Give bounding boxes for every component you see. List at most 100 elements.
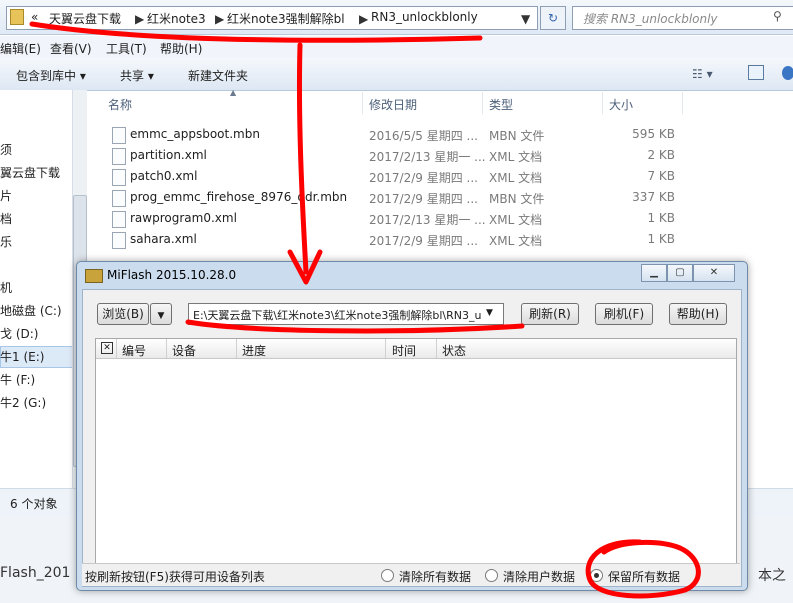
preview-pane-icon[interactable] [748, 65, 764, 80]
chevron-down-icon[interactable]: ▼ [521, 12, 530, 26]
nav-item-drive-c[interactable]: 地磁盘 (C:) [0, 302, 62, 319]
column-name[interactable]: 名称 [108, 96, 132, 113]
search-icon[interactable]: ⚲ [773, 9, 782, 23]
xml-file-icon [112, 169, 126, 186]
radio-clean-user[interactable] [485, 569, 498, 582]
breadcrumb-item-2[interactable]: 红米note3 [147, 10, 206, 27]
column-separator[interactable] [362, 92, 363, 114]
breadcrumb-item-3[interactable]: 红米note3强制解除bl [227, 10, 345, 27]
grid-col-progress[interactable]: 进度 [242, 342, 266, 359]
grid-col-device[interactable]: 设备 [172, 342, 196, 359]
xml-file-icon [112, 148, 126, 165]
view-options-icon[interactable]: ☷ ▾ [692, 67, 713, 81]
miflash-client-area: 浏览(B) ▼ E:\天翼云盘下载\红米note3\红米note3强制解除bl\… [82, 289, 742, 587]
refresh-icon[interactable]: ↻ [540, 6, 566, 30]
share-button[interactable]: 共享 ▾ [120, 67, 154, 84]
option-clean-all-label[interactable]: 清除所有数据 [399, 568, 471, 585]
maximize-button[interactable]: ▢ [667, 264, 693, 282]
search-input[interactable]: 搜索 RN3_unlockblonly ⚲ [572, 6, 793, 30]
new-folder-button[interactable]: 新建文件夹 [188, 67, 248, 84]
nav-item[interactable]: 片 [0, 187, 12, 204]
nav-item[interactable]: 须 [0, 141, 12, 158]
column-separator [116, 339, 117, 358]
grid-col-time[interactable]: 时间 [392, 342, 416, 359]
path-value: E:\天翼云盘下载\红米note3\红米note3强制解除bl\RN3_u [193, 309, 482, 322]
column-separator[interactable] [682, 92, 683, 114]
breadcrumb-item-1[interactable]: 天翼云盘下载 [49, 10, 121, 27]
nav-item[interactable]: 机 [0, 279, 12, 296]
browse-button[interactable]: 浏览(B) [97, 303, 149, 325]
option-clean-user-label[interactable]: 清除用户数据 [503, 568, 575, 585]
column-date[interactable]: 修改日期 [369, 96, 417, 113]
file-type: XML 文档 [489, 171, 543, 185]
file-size: 1 KB [647, 211, 675, 225]
nav-item[interactable]: 翼云盘下载 [0, 164, 60, 181]
nav-item[interactable]: 档 [0, 210, 12, 227]
refresh-button[interactable]: 刷新(R) [521, 303, 579, 325]
breadcrumb-item-4[interactable]: RN3_unlockblonly [371, 10, 478, 24]
file-size: 2 KB [647, 148, 675, 162]
grid-col-status[interactable]: 状态 [442, 342, 466, 359]
miflash-window: MiFlash 2015.10.28.0 ▁ ▢ ✕ 浏览(B) ▼ E:\天翼… [76, 261, 748, 591]
device-grid[interactable]: ✕ 编号 设备 进度 时间 状态 [95, 338, 737, 580]
address-bar-row: « 天翼云盘下载 ▶ 红米note3 ▶ 红米note3强制解除bl ▶ RN3… [0, 0, 793, 35]
file-size: 7 KB [647, 169, 675, 183]
menu-edit[interactable]: 编辑(E) [0, 40, 41, 57]
include-in-library-button[interactable]: 包含到库中 ▾ [16, 67, 86, 84]
column-separator [166, 339, 167, 358]
select-all-checkbox[interactable]: ✕ [101, 342, 113, 354]
minimize-button[interactable]: ▁ [641, 264, 667, 282]
file-row[interactable]: patch0.xml 2017/2/9 星期四 ... XML 文档 7 KB [110, 166, 793, 187]
chevron-right-icon[interactable]: ▶ [135, 12, 144, 26]
file-row[interactable]: prog_emmc_firehose_8976_ddr.mbn 2017/2/9… [110, 187, 793, 208]
option-save-all-label[interactable]: 保留所有数据 [608, 568, 680, 585]
search-placeholder: 搜索 RN3_unlockblonly [583, 12, 718, 26]
file-row[interactable]: emmc_appsboot.mbn 2016/5/5 星期四 ... MBN 文… [110, 124, 793, 145]
file-name: rawprogram0.xml [130, 211, 237, 225]
menu-help[interactable]: 帮助(H) [160, 40, 202, 57]
xml-file-icon [112, 211, 126, 228]
close-button[interactable]: ✕ [693, 264, 735, 282]
file-name: prog_emmc_firehose_8976_ddr.mbn [130, 190, 348, 204]
column-separator [436, 339, 437, 358]
help-button[interactable]: 帮助(H) [669, 303, 727, 325]
file-date: 2017/2/13 星期一 ... [369, 150, 486, 164]
column-separator [385, 339, 386, 358]
file-size: 337 KB [632, 190, 675, 204]
path-select[interactable]: E:\天翼云盘下载\红米note3\红米note3强制解除bl\RN3_u ▼ [188, 303, 504, 325]
nav-item-drive-e[interactable]: 牛1 (E:) [0, 348, 44, 365]
sort-up-icon: ▲ [230, 88, 237, 97]
file-row[interactable]: rawprogram0.xml 2017/2/13 星期一 ... XML 文档… [110, 208, 793, 229]
address-bar[interactable]: « 天翼云盘下载 ▶ 红米note3 ▶ 红米note3强制解除bl ▶ RN3… [6, 6, 538, 30]
menu-tools[interactable]: 工具(T) [106, 40, 147, 57]
chevron-right-icon[interactable]: ▶ [359, 12, 368, 26]
file-row[interactable]: partition.xml 2017/2/13 星期一 ... XML 文档 2… [110, 145, 793, 166]
nav-item-drive-d[interactable]: 戈 (D:) [0, 325, 38, 342]
flash-button[interactable]: 刷机(F) [595, 303, 653, 325]
file-date: 2016/5/5 星期四 ... [369, 129, 478, 143]
file-row[interactable]: sahara.xml 2017/2/9 星期四 ... XML 文档 1 KB [110, 229, 793, 250]
breadcrumb-back[interactable]: « [31, 10, 38, 24]
nav-item-drive-g[interactable]: 牛2 (G:) [0, 394, 46, 411]
file-size: 595 KB [632, 127, 675, 141]
file-icon [112, 127, 126, 144]
column-separator[interactable] [602, 92, 603, 114]
grid-col-number[interactable]: 编号 [122, 342, 146, 359]
chevron-right-icon[interactable]: ▶ [215, 12, 224, 26]
chevron-down-icon: ▼ [157, 311, 165, 321]
column-separator[interactable] [482, 92, 483, 114]
nav-item-drive-f[interactable]: 牛 (F:) [0, 371, 35, 388]
menu-bar: 编辑(E) 查看(V) 工具(T) 帮助(H) [0, 36, 793, 58]
folder-icon [10, 9, 24, 25]
status-hint: 按刷新按钮(F5)获得可用设备列表 [85, 570, 265, 584]
column-type[interactable]: 类型 [489, 96, 513, 113]
browse-dropdown[interactable]: ▼ [150, 303, 172, 325]
menu-view[interactable]: 查看(V) [50, 40, 92, 57]
file-type: XML 文档 [489, 150, 543, 164]
column-size[interactable]: 大小 [609, 96, 633, 113]
miflash-app-icon [85, 269, 103, 283]
radio-save-all[interactable] [590, 569, 603, 582]
nav-item[interactable]: 乐 [0, 233, 12, 250]
help-icon[interactable] [782, 66, 793, 80]
radio-clean-all[interactable] [381, 569, 394, 582]
